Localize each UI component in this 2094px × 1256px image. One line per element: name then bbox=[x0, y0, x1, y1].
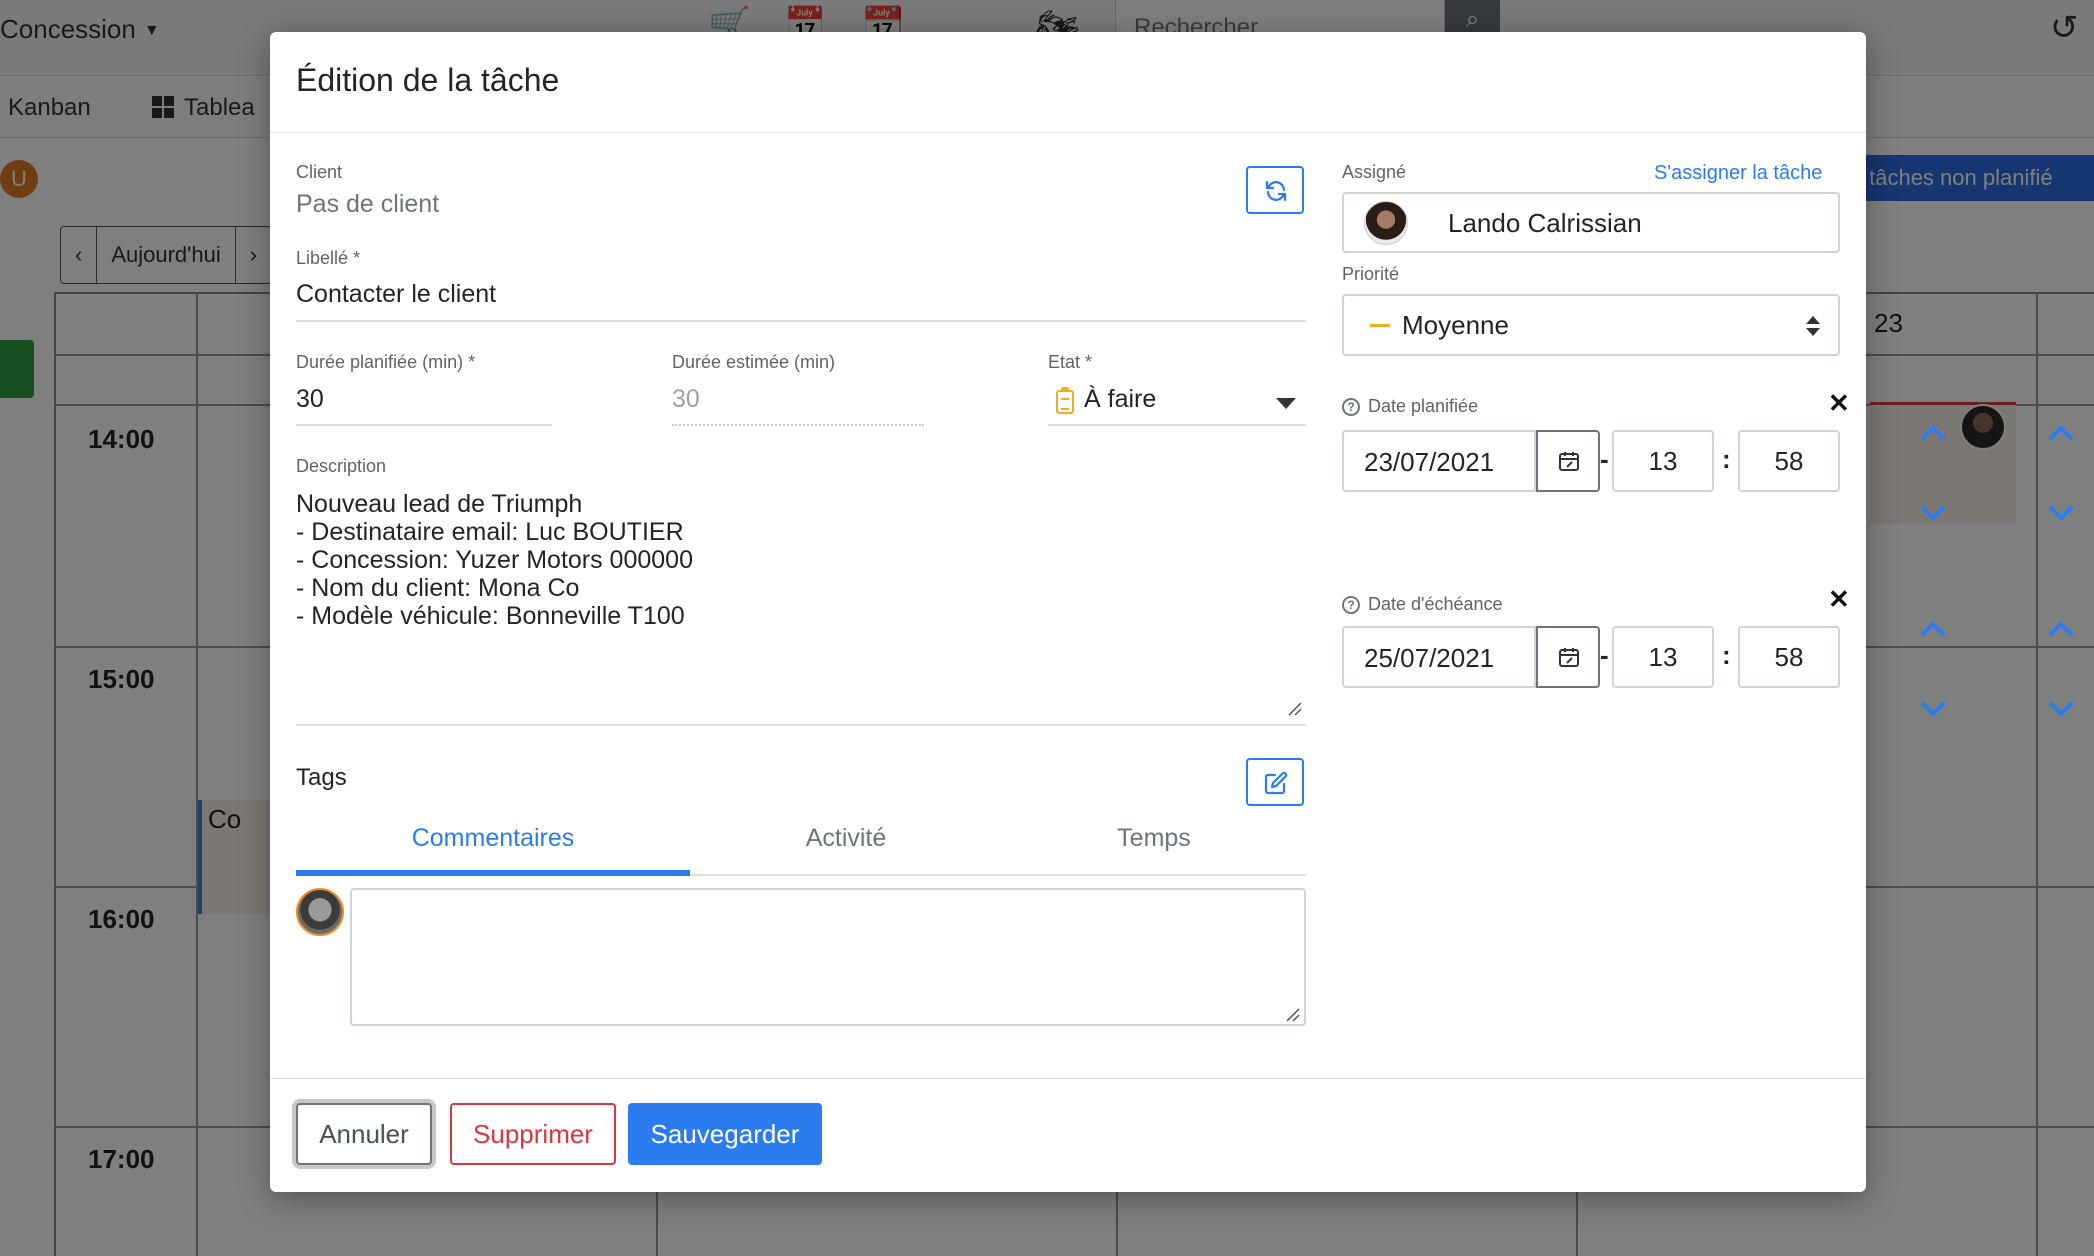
tab-commentaires[interactable]: Commentaires bbox=[296, 824, 690, 853]
delete-button[interactable]: Supprimer bbox=[450, 1103, 616, 1165]
caret-down-icon bbox=[1276, 398, 1296, 409]
clear-icon[interactable]: ✕ bbox=[1828, 388, 1850, 419]
duree-planifiee-input[interactable]: 30 bbox=[296, 385, 324, 414]
duree-estimee-label: Durée estimée (min) bbox=[672, 352, 836, 372]
modal-footer: Annuler Supprimer Sauvegarder bbox=[270, 1078, 1866, 1192]
edit-icon bbox=[1264, 771, 1288, 795]
chevron-up-icon[interactable] bbox=[1918, 618, 1948, 638]
time-separator: - bbox=[1600, 444, 1609, 474]
sort-icon bbox=[1806, 316, 1820, 336]
clear-icon[interactable]: ✕ bbox=[1828, 584, 1850, 615]
chevron-down-icon[interactable] bbox=[1918, 700, 1948, 720]
calendar-edit-icon bbox=[1559, 452, 1579, 471]
client-label: Client bbox=[296, 162, 343, 182]
time-separator: - bbox=[1600, 640, 1609, 670]
modal-title: Édition de la tâche bbox=[296, 62, 560, 98]
client-value: Pas de client bbox=[296, 190, 440, 218]
refresh-icon bbox=[1265, 180, 1287, 202]
resize-handle-icon[interactable] bbox=[1286, 700, 1302, 716]
assign-self-link[interactable]: S'assigner la tâche bbox=[1654, 162, 1822, 185]
date-picker-button[interactable] bbox=[1536, 626, 1600, 688]
priority-dash-icon bbox=[1370, 324, 1390, 327]
clipboard-icon bbox=[1056, 387, 1074, 414]
hour-input[interactable]: 13 bbox=[1612, 430, 1714, 492]
duree-estimee-input[interactable]: 30 bbox=[672, 385, 700, 414]
help-icon[interactable]: ? bbox=[1342, 398, 1360, 416]
etat-select[interactable]: À faire bbox=[1048, 382, 1306, 426]
chevron-down-icon[interactable] bbox=[2046, 504, 2076, 524]
chevron-up-icon[interactable] bbox=[1918, 422, 1948, 442]
description-label: Description bbox=[296, 456, 387, 476]
etat-value: À faire bbox=[1084, 385, 1157, 413]
priorite-select[interactable]: Moyenne bbox=[1342, 294, 1840, 356]
assigne-value: Lando Calrissian bbox=[1448, 208, 1642, 238]
date-echeance-text: Date d'échéance bbox=[1368, 594, 1503, 614]
date-echeance-label: ? Date d'échéance bbox=[1342, 594, 1503, 615]
time-separator: : bbox=[1722, 640, 1731, 670]
minute-input[interactable]: 58 bbox=[1738, 430, 1840, 492]
assigne-select[interactable]: Lando Calrissian bbox=[1342, 192, 1840, 253]
tab-temps[interactable]: Temps bbox=[1002, 824, 1306, 853]
comment-textarea[interactable] bbox=[350, 888, 1306, 1026]
duree-planifiee-label: Durée planifiée (min) * bbox=[296, 352, 476, 372]
cancel-button[interactable]: Annuler bbox=[296, 1103, 432, 1165]
time-separator: : bbox=[1722, 444, 1731, 474]
chevron-up-icon[interactable] bbox=[2046, 618, 2076, 638]
assigne-label: Assigné bbox=[1342, 162, 1407, 182]
modal-header: Édition de la tâche bbox=[270, 32, 1866, 133]
chevron-up-icon[interactable] bbox=[2046, 422, 2076, 442]
avatar bbox=[296, 888, 344, 936]
date-planifiee-input[interactable]: 23/07/2021 bbox=[1342, 430, 1536, 492]
avatar bbox=[1364, 201, 1408, 245]
description-textarea[interactable]: Nouveau lead de Triumph - Destinataire e… bbox=[296, 490, 693, 630]
date-picker-button[interactable] bbox=[1536, 430, 1600, 492]
date-planifiee-text: Date planifiée bbox=[1368, 396, 1479, 416]
libelle-label: Libellé * bbox=[296, 248, 361, 268]
minute-input[interactable]: 58 bbox=[1738, 626, 1840, 688]
change-client-button[interactable] bbox=[1246, 166, 1304, 214]
tags-label: Tags bbox=[296, 764, 347, 791]
date-planifiee-label: ? Date planifiée bbox=[1342, 396, 1478, 417]
save-button[interactable]: Sauvegarder bbox=[628, 1103, 822, 1165]
edit-task-modal: Édition de la tâche Client Pas de client… bbox=[270, 32, 2073, 1192]
priorite-label: Priorité bbox=[1342, 264, 1400, 284]
resize-handle-icon[interactable] bbox=[1284, 1006, 1300, 1022]
calendar-edit-icon bbox=[1559, 648, 1579, 667]
libelle-input[interactable]: Contacter le client bbox=[296, 280, 496, 309]
etat-label: Etat * bbox=[1048, 352, 1093, 372]
date-echeance-input[interactable]: 25/07/2021 bbox=[1342, 626, 1536, 688]
active-tab-indicator bbox=[296, 870, 690, 876]
edit-tags-button[interactable] bbox=[1246, 758, 1304, 806]
hour-input[interactable]: 13 bbox=[1612, 626, 1714, 688]
chevron-down-icon[interactable] bbox=[2046, 700, 2076, 720]
chevron-down-icon[interactable] bbox=[1918, 504, 1948, 524]
priorite-value: Moyenne bbox=[1402, 310, 1509, 340]
tab-activite[interactable]: Activité bbox=[690, 824, 1002, 853]
help-icon[interactable]: ? bbox=[1342, 596, 1360, 614]
